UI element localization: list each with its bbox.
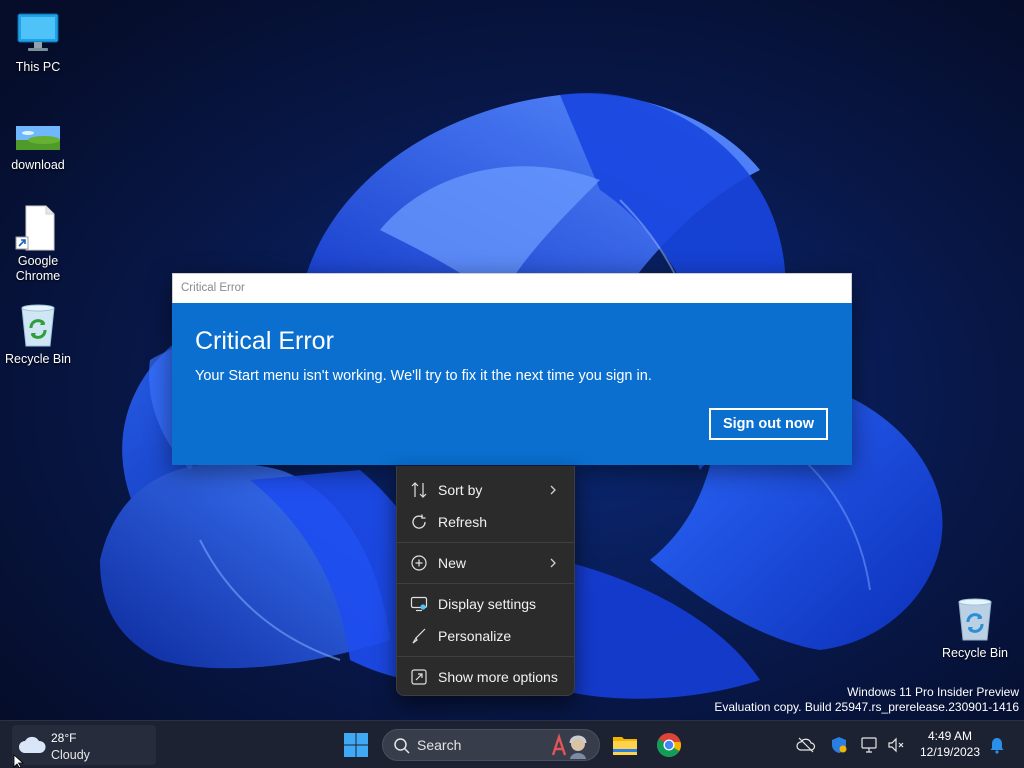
menu-item-label: Display settings xyxy=(438,596,537,612)
desktop-icon-label: download xyxy=(11,158,65,172)
mouse-cursor-icon xyxy=(13,754,25,768)
dialog-body: Critical Error Your Start menu isn't wor… xyxy=(172,303,852,465)
network-icon[interactable] xyxy=(860,735,880,755)
desktop-icon-google-chrome[interactable]: Google Chrome xyxy=(0,204,76,284)
weather-temperature: 28°F xyxy=(51,731,77,745)
desktop-icon-recycle-bin-right[interactable]: Recycle Bin xyxy=(937,596,1013,661)
taskbar-clock[interactable]: 4:49 AM 12/19/2023 xyxy=(914,728,986,760)
refresh-icon xyxy=(412,514,426,529)
menu-separator xyxy=(397,656,574,657)
menu-item-label: New xyxy=(438,555,467,571)
desktop-icon-label: Recycle Bin xyxy=(5,352,71,366)
recycle-bin-icon xyxy=(14,302,62,350)
chevron-right-icon xyxy=(550,558,556,568)
clock-date: 12/19/2023 xyxy=(919,745,981,759)
chrome-button[interactable] xyxy=(653,729,685,761)
cloud-icon xyxy=(19,736,46,753)
menu-separator xyxy=(397,583,574,584)
dialog-titlebar[interactable]: Critical Error xyxy=(172,273,852,303)
chrome-icon xyxy=(657,733,681,758)
build-watermark: Windows 11 Pro Insider Preview Evaluatio… xyxy=(714,685,1019,715)
display-icon xyxy=(410,596,428,612)
menu-item-new[interactable]: New xyxy=(397,547,574,579)
menu-item-label: Show more options xyxy=(438,669,558,685)
desktop-icon-label: Google Chrome xyxy=(15,254,61,283)
critical-error-dialog: Critical Error Critical Error Your Start… xyxy=(172,273,852,465)
desktop-context-menu: Sort by Refresh New Display settings Per… xyxy=(396,466,575,696)
cloud-off-icon[interactable] xyxy=(796,735,816,755)
desktop-icon-download[interactable]: download xyxy=(0,120,76,173)
weather-widget[interactable]: 28°F Cloudy xyxy=(12,725,156,765)
shortcut-file-icon xyxy=(14,204,62,252)
windows-start-icon xyxy=(344,733,368,757)
menu-item-label: Personalize xyxy=(438,628,512,644)
desktop-icon-label: Recycle Bin xyxy=(942,646,1008,660)
volume-muted-icon[interactable] xyxy=(886,735,906,755)
notification-bell-icon[interactable] xyxy=(987,735,1007,755)
menu-item-personalize[interactable]: Personalize xyxy=(397,620,574,652)
search-highlight-icon xyxy=(551,733,587,759)
menu-item-label: Refresh xyxy=(438,514,488,530)
taskbar-search[interactable]: Search xyxy=(382,729,600,761)
watermark-edition: Windows 11 Pro Insider Preview xyxy=(847,685,1019,699)
share-icon xyxy=(411,669,427,685)
file-explorer-icon xyxy=(613,737,637,755)
start-button[interactable] xyxy=(340,729,372,761)
dialog-message: Your Start menu isn't working. We'll try… xyxy=(195,368,652,384)
menu-item-sort-by[interactable]: Sort by xyxy=(397,474,574,506)
desktop-icon-recycle-bin[interactable]: Recycle Bin xyxy=(0,302,76,367)
plus-circle-icon xyxy=(411,555,427,571)
weather-condition: Cloudy xyxy=(51,748,90,762)
taskbar: 28°F Cloudy Search 4:49 AM 12/19/2023 xyxy=(0,720,1024,768)
sign-out-now-button[interactable]: Sign out now xyxy=(709,408,828,440)
monitor-icon xyxy=(14,10,62,58)
search-icon xyxy=(394,738,410,754)
clock-time: 4:49 AM xyxy=(927,729,973,743)
menu-item-display-settings[interactable]: Display settings xyxy=(397,588,574,620)
image-file-icon xyxy=(14,120,62,156)
chevron-right-icon xyxy=(550,485,556,495)
sort-icon xyxy=(411,482,427,498)
menu-item-show-more-options[interactable]: Show more options xyxy=(397,661,574,693)
file-explorer-button[interactable] xyxy=(609,729,641,761)
recycle-bin-icon xyxy=(951,596,999,644)
desktop-icon-this-pc[interactable]: This PC xyxy=(0,10,76,75)
search-label: Search xyxy=(417,737,462,753)
desktop-icon-label: This PC xyxy=(15,60,61,74)
menu-item-label: Sort by xyxy=(438,482,483,498)
watermark-build: Evaluation copy. Build 25947.rs_prerelea… xyxy=(714,700,1019,714)
security-shield-icon[interactable] xyxy=(829,735,849,755)
menu-separator xyxy=(397,542,574,543)
brush-icon xyxy=(412,628,426,644)
dialog-heading: Critical Error xyxy=(195,327,334,355)
menu-item-refresh[interactable]: Refresh xyxy=(397,506,574,538)
